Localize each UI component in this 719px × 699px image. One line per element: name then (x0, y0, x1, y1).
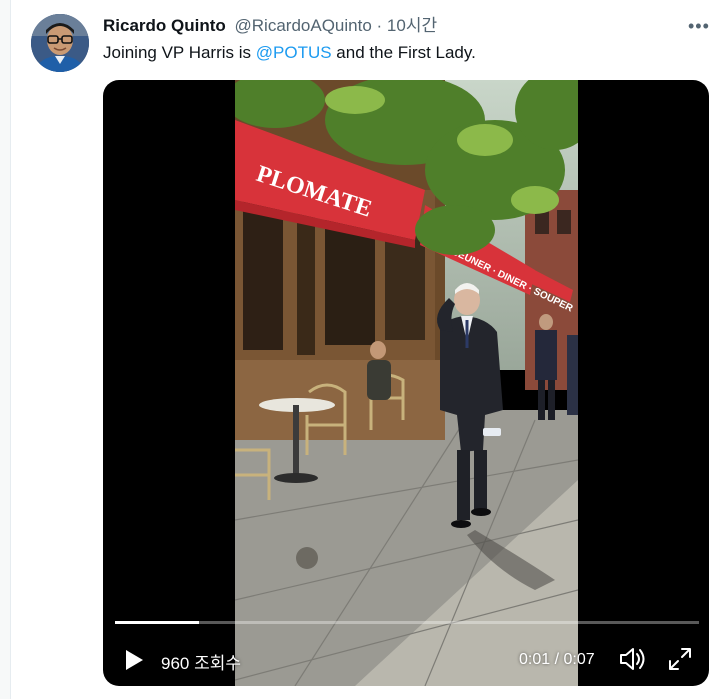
view-count: 960 조회수 (161, 654, 242, 673)
play-icon[interactable] (123, 648, 145, 672)
tweet-text-after: and the First Lady. (331, 43, 476, 62)
tweet-card: Ricardo Quinto @RicardoAQuinto · 10시간 ••… (10, 0, 719, 699)
tweet-timestamp[interactable]: 10시간 (387, 16, 437, 35)
avatar-image (31, 14, 89, 72)
video-player[interactable]: PLOMATE DÉJEUNER · DINER · SOUPER 960 조회… (103, 80, 709, 686)
duration: 0:07 (563, 651, 595, 668)
author-handle[interactable]: @RicardoAQuinto (235, 16, 372, 35)
tweet-header: Ricardo Quinto @RicardoAQuinto · 10시간 (103, 15, 437, 37)
tweet-text: Joining VP Harris is @POTUS and the Firs… (103, 42, 476, 64)
tweet-text-before: Joining VP Harris is (103, 43, 256, 62)
time-separator: / (550, 651, 564, 668)
video-time: 0:01 / 0:07 (519, 651, 595, 669)
progress-bar-fill (115, 621, 199, 624)
video-frame: PLOMATE DÉJEUNER · DINER · SOUPER (235, 80, 578, 686)
fullscreen-icon[interactable] (668, 647, 692, 671)
author-avatar[interactable] (31, 14, 89, 72)
video-frame-image: PLOMATE DÉJEUNER · DINER · SOUPER (235, 80, 578, 686)
volume-icon[interactable] (619, 646, 647, 672)
author-name[interactable]: Ricardo Quinto (103, 16, 226, 35)
progress-bar[interactable] (115, 621, 699, 624)
more-dots-icon[interactable]: ••• (688, 16, 710, 37)
header-separator: · (376, 16, 383, 35)
current-time: 0:01 (519, 651, 551, 668)
mention-link[interactable]: @POTUS (256, 43, 332, 62)
